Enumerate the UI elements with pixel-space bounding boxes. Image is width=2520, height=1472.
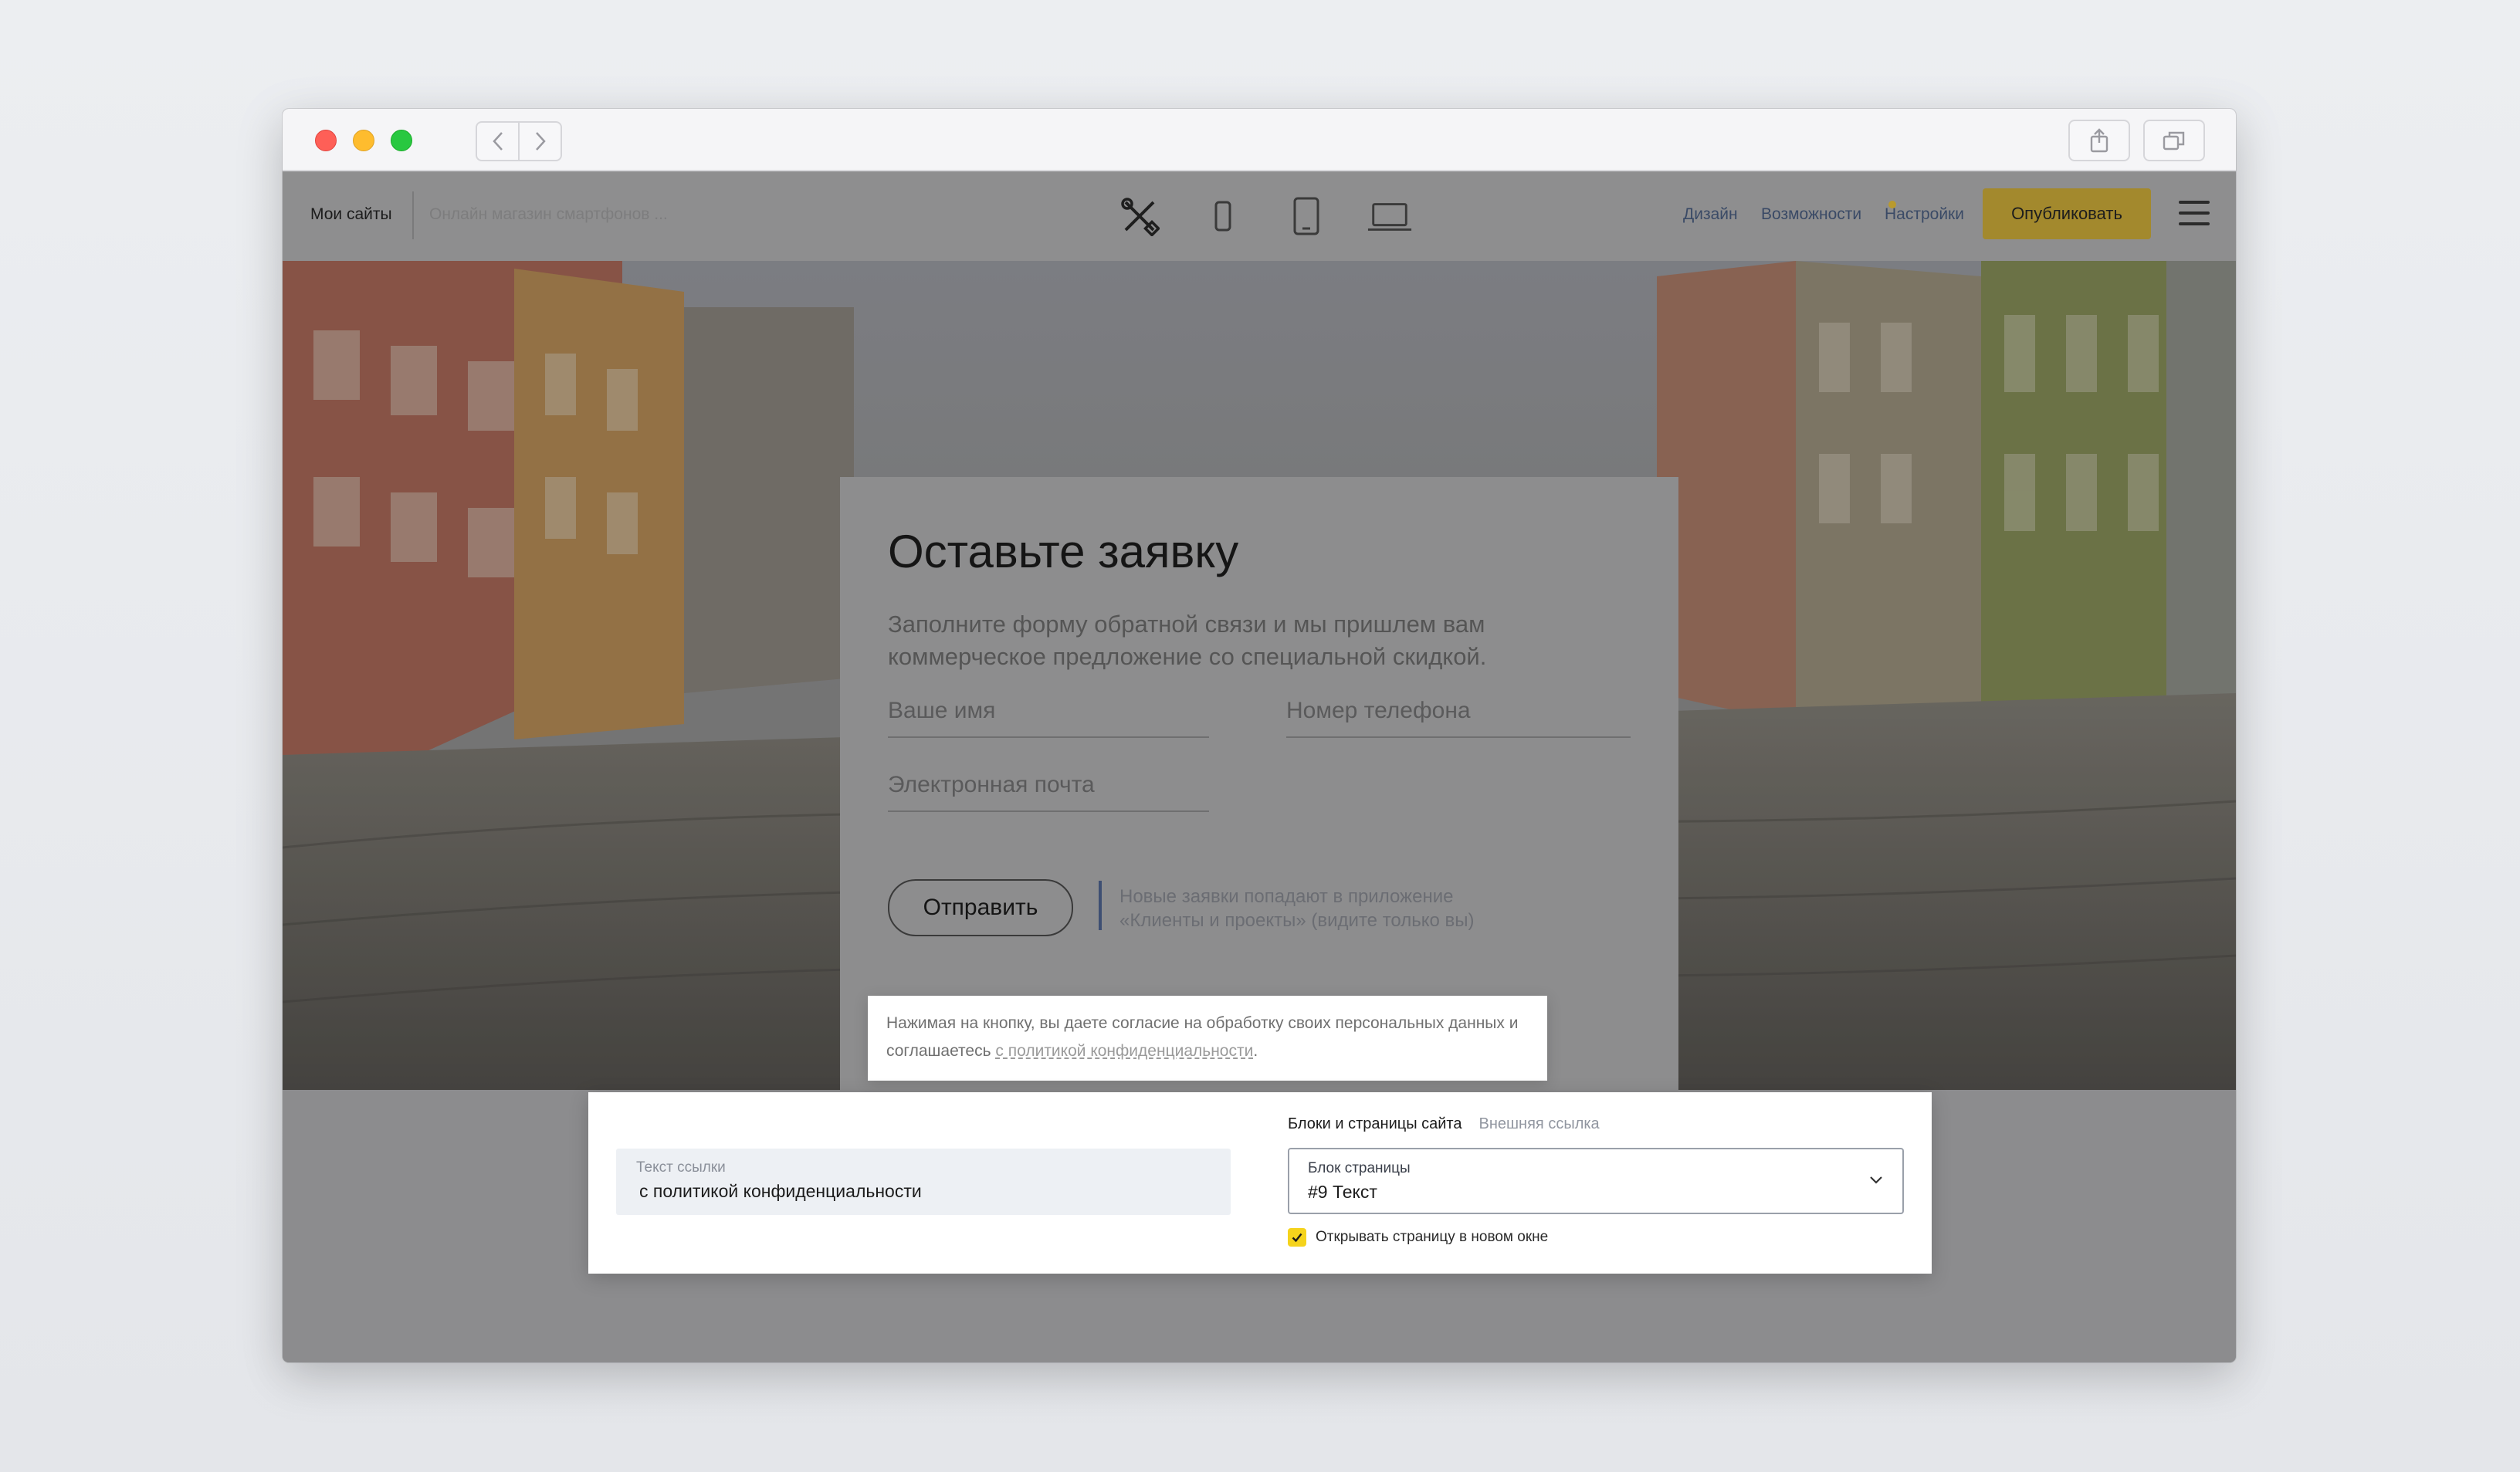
link-type-tabs: Блоки и страницы сайта Внешняя ссылка <box>1288 1115 1600 1133</box>
forward-arrow-icon[interactable] <box>520 123 561 160</box>
minimize-window-button[interactable] <box>353 130 374 151</box>
page-block-value: #9 Текст <box>1308 1182 1377 1202</box>
laptop-icon[interactable] <box>1367 193 1413 239</box>
site-name[interactable]: Онлайн магазин смартфонов ... <box>429 205 668 224</box>
site-editor: Мои сайты Онлайн магазин смартфонов ... … <box>283 171 2236 1362</box>
tools-icon[interactable] <box>1116 193 1163 239</box>
checkmark-icon <box>1292 1233 1302 1243</box>
link-text-value: с политикой конфиденциальности <box>639 1181 922 1201</box>
tab-external-link[interactable]: Внешняя ссылка <box>1479 1115 1600 1133</box>
page-block-select[interactable]: Блок страницы #9 Текст <box>1288 1148 1904 1214</box>
device-switcher <box>1116 193 1413 239</box>
history-nav <box>476 121 562 161</box>
form-title: Оставьте заявку <box>888 526 1239 577</box>
editor-topbar: Мои сайты Онлайн магазин смартфонов ... … <box>283 171 2236 261</box>
browser-window: Мои сайты Онлайн магазин смартфонов ... … <box>283 109 2236 1362</box>
open-new-window-checkbox[interactable] <box>1288 1228 1306 1247</box>
consent-end: . <box>1253 1042 1258 1060</box>
tablet-icon[interactable] <box>1283 193 1329 239</box>
publish-button[interactable]: Опубликовать <box>1983 188 2151 239</box>
hero-background-image: Оставьте заявку Заполните форму обратной… <box>283 261 2236 1090</box>
link-text-input[interactable]: Текст ссылки с политикой конфиденциально… <box>616 1149 1231 1215</box>
browser-titlebar <box>283 109 2236 171</box>
back-arrow-icon[interactable] <box>477 123 520 160</box>
chevron-down-icon <box>1870 1176 1882 1184</box>
phone-field[interactable]: Номер телефона <box>1286 698 1631 738</box>
page-block-label: Блок страницы <box>1308 1160 1411 1176</box>
share-icon[interactable] <box>2068 120 2130 161</box>
submissions-note: Новые заявки попадают в приложение «Клие… <box>1119 886 1475 931</box>
features-link[interactable]: Возможности <box>1761 205 1861 224</box>
close-window-button[interactable] <box>315 130 337 151</box>
link-text-label: Текст ссылки <box>636 1159 726 1176</box>
email-field[interactable]: Электронная почта <box>888 772 1209 812</box>
privacy-policy-link[interactable]: с политикой конфиденциальности <box>995 1042 1253 1060</box>
open-new-window-option[interactable]: Открывать страницу в новом окне <box>1288 1228 1548 1247</box>
consent-text-block[interactable]: Нажимая на кнопку, вы даете согласие на … <box>868 996 1547 1081</box>
design-link[interactable]: Дизайн <box>1683 205 1738 224</box>
topbar-divider <box>412 191 414 239</box>
tabs-icon[interactable] <box>2143 120 2205 161</box>
link-settings-panel: Текст ссылки с политикой конфиденциально… <box>588 1092 1932 1274</box>
settings-link[interactable]: Настройки <box>1885 205 1964 224</box>
submit-button[interactable]: Отправить <box>888 879 1073 936</box>
consent-text: Нажимая на кнопку, вы даете согласие на … <box>886 1010 1535 1065</box>
note-divider <box>1099 881 1102 930</box>
open-new-window-label: Открывать страницу в новом окне <box>1316 1229 1549 1245</box>
tab-site-pages[interactable]: Блоки и страницы сайта <box>1288 1115 1462 1133</box>
my-sites-link[interactable]: Мои сайты <box>310 205 392 224</box>
menu-icon[interactable] <box>2179 201 2210 233</box>
phone-icon[interactable] <box>1200 193 1246 239</box>
form-subtitle: Заполните форму обратной связи и мы приш… <box>888 611 1487 670</box>
name-field[interactable]: Ваше имя <box>888 698 1209 738</box>
maximize-window-button[interactable] <box>391 130 412 151</box>
